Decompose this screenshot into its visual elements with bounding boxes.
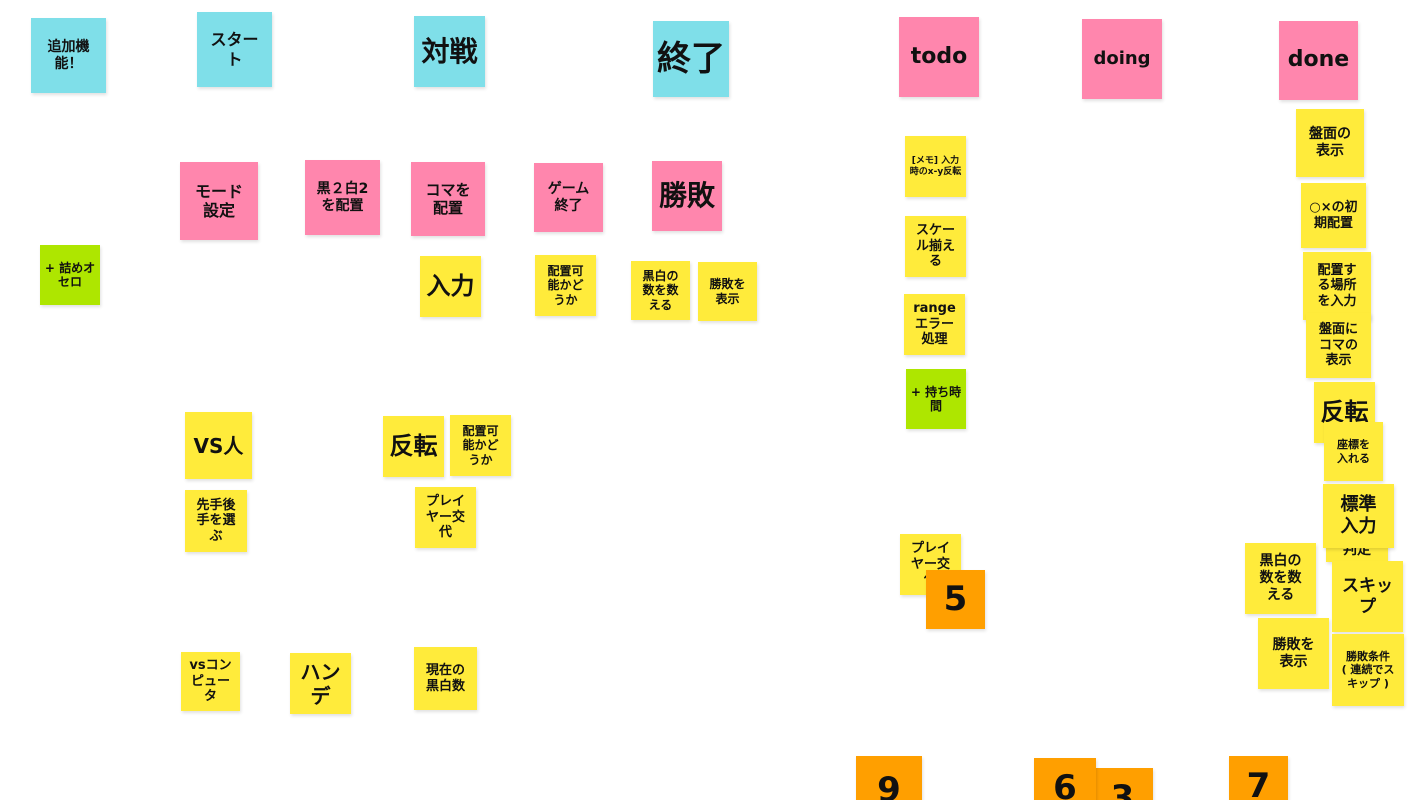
sticky-note-sente-gote[interactable]: 先手後 手を選 ぶ bbox=[185, 490, 247, 552]
sticky-note-mode[interactable]: モード 設定 bbox=[180, 162, 258, 240]
sticky-note-kokuhaku-count-1[interactable]: 黒白の 数を数 える bbox=[631, 261, 690, 320]
sticky-note-memo-xy[interactable]: [メモ] 入力 時のx-y反転 bbox=[905, 136, 966, 197]
sticky-note-ox-init[interactable]: ○×の初 期配置 bbox=[1301, 183, 1366, 248]
sticky-note-haichi-kanou-2[interactable]: 配置可 能かど うか bbox=[450, 415, 511, 476]
sticky-note-shuryo[interactable]: 終了 bbox=[653, 21, 729, 97]
sticky-note-vs-com[interactable]: vsコン ピュー タ bbox=[181, 652, 240, 711]
sticky-note-skip[interactable]: スキッ プ bbox=[1332, 561, 1403, 632]
sticky-note-todo[interactable]: todo bbox=[899, 17, 979, 97]
sticky-note-koma-haichi[interactable]: コマを 配置 bbox=[411, 162, 485, 236]
sticky-note-haichi-kanou-1[interactable]: 配置可 能かど うか bbox=[535, 255, 596, 316]
sticky-note-ban-koma[interactable]: 盤面に コマの 表示 bbox=[1306, 313, 1371, 378]
sticky-note-nyuryoku[interactable]: 入力 bbox=[420, 256, 481, 317]
sticky-note-done[interactable]: done bbox=[1279, 21, 1358, 100]
number-card-6[interactable]: 6 bbox=[1034, 758, 1096, 800]
sticky-note-player-swap-1[interactable]: プレイ ヤー交 代 bbox=[415, 487, 476, 548]
sticky-note-mochi-jikan[interactable]: + 持ち時 間 bbox=[906, 369, 966, 429]
sticky-note-start[interactable]: スター ト bbox=[197, 12, 272, 87]
sticky-note-tsume-othello[interactable]: + 詰めオ セロ bbox=[40, 245, 100, 305]
number-card-7[interactable]: 7 bbox=[1229, 756, 1288, 800]
sticky-note-basho-nyuryoku[interactable]: 配置す る場所 を入力 bbox=[1303, 252, 1371, 320]
sticky-note-ban-show[interactable]: 盤面の 表示 bbox=[1296, 109, 1364, 177]
sticky-note-genzai-kokuhaku[interactable]: 現在の 黒白数 bbox=[414, 647, 477, 710]
sticky-note-hyojun-nyuryoku[interactable]: 標準 入力 bbox=[1323, 484, 1394, 548]
sticky-note-scale[interactable]: スケー ル揃え る bbox=[905, 216, 966, 277]
sticky-note-doing[interactable]: doing bbox=[1082, 19, 1162, 99]
number-card-9[interactable]: 9 bbox=[856, 756, 922, 800]
sticky-note-hanten-1[interactable]: 反転 bbox=[383, 416, 444, 477]
number-card-5[interactable]: 5 bbox=[926, 570, 985, 629]
sticky-note-shohai-show-1[interactable]: 勝敗を 表示 bbox=[698, 262, 757, 321]
sticky-note-hande[interactable]: ハン デ bbox=[290, 653, 351, 714]
sticky-note-taisen[interactable]: 対戦 bbox=[414, 16, 485, 87]
sticky-note-shohai-show-2[interactable]: 勝敗を 表示 bbox=[1258, 618, 1329, 689]
sticky-note-shohai-joken[interactable]: 勝敗条件 ( 連続でス キップ ) bbox=[1332, 634, 1404, 706]
sticky-note-kokuhaku-count-2[interactable]: 黒白の 数を数 える bbox=[1245, 543, 1316, 614]
number-card-3[interactable]: 3 bbox=[1092, 768, 1153, 800]
sticky-note-game-end[interactable]: ゲーム 終了 bbox=[534, 163, 603, 232]
sticky-note-kuro2shiro2[interactable]: 黒２白2 を配置 bbox=[305, 160, 380, 235]
sticky-note-tsuika[interactable]: 追加機 能！ bbox=[31, 18, 106, 93]
sticky-note-zahyo[interactable]: 座標を 入れる bbox=[1324, 422, 1383, 481]
sticky-note-vs-hito[interactable]: VS人 bbox=[185, 412, 252, 479]
sticky-note-shohai[interactable]: 勝敗 bbox=[652, 161, 722, 231]
sticky-note-range-error[interactable]: range エラー 処理 bbox=[904, 294, 965, 355]
whiteboard-canvas[interactable]: 追加機 能！ スター ト 対戦 終了 todo doing done モード 設… bbox=[0, 0, 1422, 800]
